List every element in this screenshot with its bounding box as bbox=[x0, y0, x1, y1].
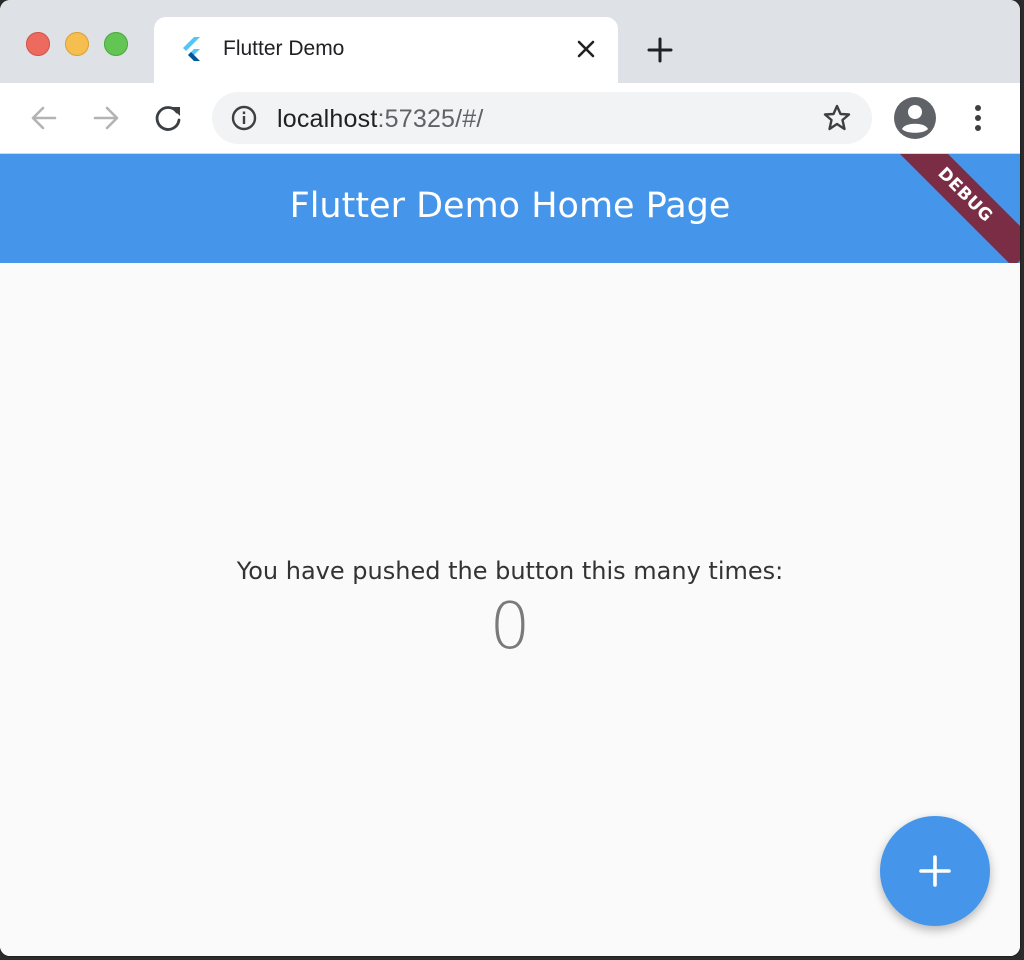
plus-icon bbox=[919, 855, 951, 887]
forward-button[interactable] bbox=[88, 100, 124, 136]
app-bar: Flutter Demo Home Page DEBUG bbox=[0, 154, 1020, 263]
window-minimize-button[interactable] bbox=[65, 32, 89, 56]
page-title: Flutter Demo Home Page bbox=[289, 186, 731, 226]
counter-label: You have pushed the button this many tim… bbox=[236, 557, 784, 585]
window-maximize-button[interactable] bbox=[104, 32, 128, 56]
back-button[interactable] bbox=[26, 100, 62, 136]
menu-button[interactable] bbox=[960, 100, 996, 136]
tab-title: Flutter Demo bbox=[223, 37, 345, 60]
kebab-menu-icon bbox=[975, 105, 981, 131]
window-close-button[interactable] bbox=[26, 32, 50, 56]
reload-button[interactable] bbox=[150, 100, 186, 136]
profile-button[interactable] bbox=[893, 96, 937, 140]
arrow-left-icon bbox=[31, 106, 57, 130]
increment-button[interactable] bbox=[880, 816, 990, 926]
tab-flutter-demo[interactable]: Flutter Demo bbox=[154, 17, 618, 83]
star-icon[interactable] bbox=[822, 103, 852, 133]
address-bar[interactable]: localhost:57325/#/ bbox=[212, 92, 872, 144]
arrow-right-icon bbox=[93, 106, 119, 130]
counter-value: 0 bbox=[489, 590, 531, 664]
account-circle-icon bbox=[894, 97, 936, 139]
flutter-logo-icon bbox=[180, 37, 204, 63]
url-host: localhost bbox=[277, 105, 378, 133]
close-icon[interactable] bbox=[572, 35, 600, 63]
url-text: localhost:57325/#/ bbox=[277, 105, 484, 133]
browser-toolbar: localhost:57325/#/ bbox=[0, 83, 1020, 154]
new-tab-button[interactable] bbox=[644, 34, 676, 66]
reload-icon bbox=[155, 106, 181, 131]
url-path: :57325/#/ bbox=[377, 105, 484, 133]
browser-window: Flutter Demo localhost:57325/#/ Flutter … bbox=[0, 0, 1020, 956]
info-icon[interactable] bbox=[231, 105, 257, 131]
tab-strip: Flutter Demo bbox=[0, 0, 1020, 83]
